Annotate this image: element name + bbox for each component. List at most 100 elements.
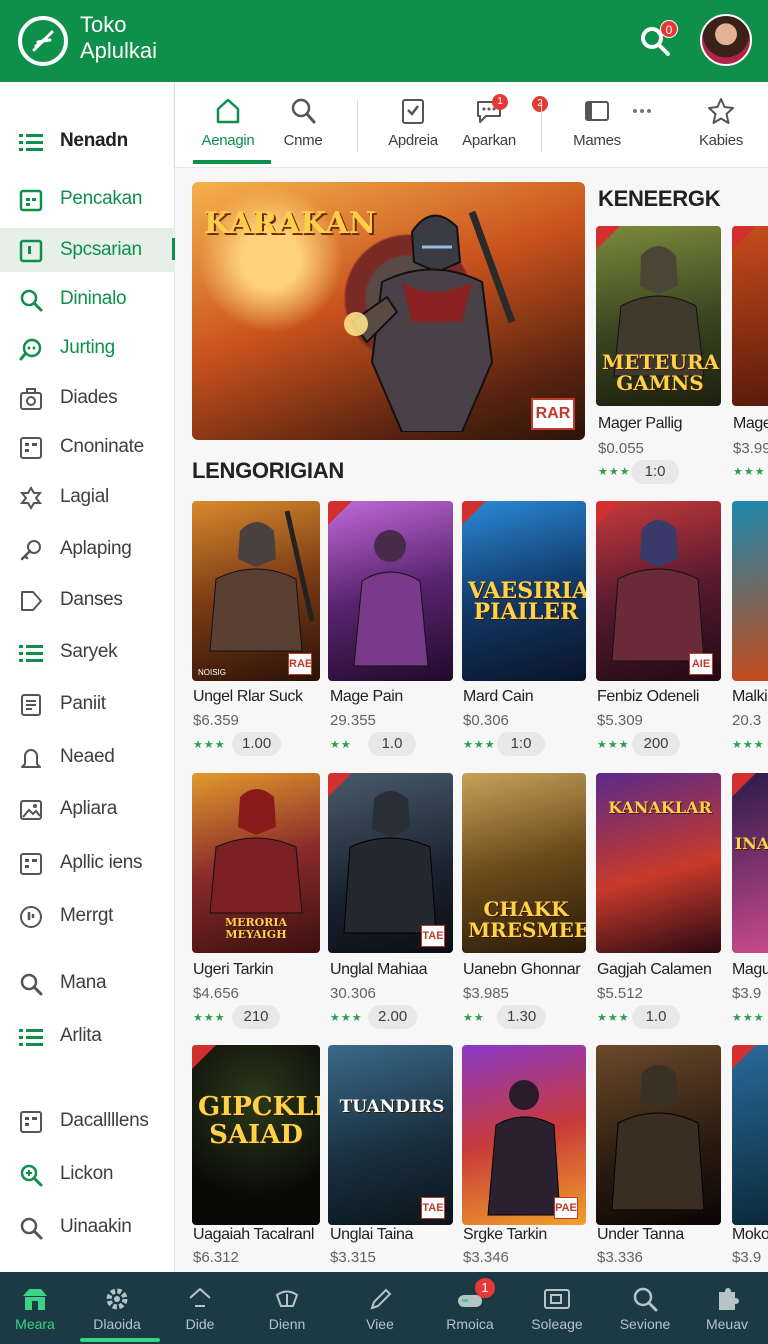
bottom-nav-rmoica[interactable]: Rmoica 1 bbox=[425, 1278, 515, 1340]
zoom-icon bbox=[18, 1162, 44, 1188]
sidebar-item-label: Paniit bbox=[60, 693, 106, 714]
game-name: Malki bbox=[732, 688, 768, 705]
tab-aparkan[interactable]: Aparkan 1 bbox=[449, 94, 529, 156]
star-icon bbox=[708, 98, 734, 124]
sidebar-item-merrgt[interactable]: Merrgt bbox=[0, 894, 175, 938]
sidebar-item-label: Mana bbox=[60, 972, 107, 993]
tab-label: Aparkan bbox=[462, 132, 516, 149]
game-card[interactable]: AIE bbox=[596, 501, 721, 681]
camera-icon bbox=[18, 386, 44, 412]
tab-notifications[interactable]: 2 bbox=[530, 96, 550, 156]
sidebar-item-pencakan[interactable]: Pencakan bbox=[0, 177, 175, 221]
game-card[interactable]: NOISIG RAE bbox=[192, 501, 320, 681]
ribbon-icon bbox=[732, 226, 756, 250]
sidebar-item-apliara[interactable]: Apliara bbox=[0, 787, 175, 831]
game-card[interactable]: MERORIA MEYAIGH bbox=[192, 773, 320, 953]
game-card[interactable]: INA bbox=[732, 773, 768, 953]
hero-banner[interactable]: KARAKAN RAR bbox=[192, 182, 585, 440]
sidebar-item-aplaping[interactable]: Aplaping bbox=[0, 527, 175, 571]
game-price: $5.512 bbox=[597, 985, 643, 1002]
bottom-nav-soleage[interactable]: Soleage bbox=[512, 1280, 602, 1340]
game-card[interactable]: TAE bbox=[328, 773, 453, 953]
game-card[interactable]: KANAKLAR bbox=[596, 773, 721, 953]
bottom-nav-dlaoida[interactable]: Dlaoida bbox=[72, 1280, 162, 1340]
sidebar-item-label: Arlita bbox=[60, 1025, 102, 1046]
calendar-icon bbox=[18, 187, 44, 213]
star-rating: ★★★ bbox=[732, 739, 765, 751]
sidebar-item-neaed[interactable]: Neaed bbox=[0, 735, 175, 779]
sidebar-item-paniit[interactable]: Paniit bbox=[0, 682, 175, 726]
sidebar-item-jurting[interactable]: Jurting bbox=[0, 326, 175, 370]
hero-title: KARAKAN bbox=[204, 206, 376, 241]
sidebar-item-label: Dacallllens bbox=[60, 1110, 149, 1131]
sidebar-item-label: Jurting bbox=[60, 337, 115, 358]
grid-icon bbox=[18, 1109, 44, 1135]
store-logo-icon[interactable] bbox=[18, 16, 68, 66]
sidebar-item-nenadn[interactable]: Nenadn bbox=[0, 119, 175, 163]
bottom-nav-dide[interactable]: Dide bbox=[155, 1280, 245, 1340]
bottom-nav-label: Soleage bbox=[531, 1316, 583, 1332]
tab-aenagin[interactable]: Aenagin bbox=[188, 96, 268, 156]
game-card[interactable] bbox=[732, 1045, 768, 1225]
sidebar-item-dininalo[interactable]: Dininalo bbox=[0, 277, 175, 321]
sidebar-item-mana[interactable]: Mana bbox=[0, 961, 175, 1005]
game-name: Ungel Rlar Suck bbox=[193, 688, 303, 705]
game-price: $3.985 bbox=[463, 985, 509, 1002]
rating-pill: 210 bbox=[232, 1005, 280, 1029]
sidebar-item-lagial[interactable]: Lagial bbox=[0, 475, 175, 519]
tab-kabies[interactable]: Kabies bbox=[681, 96, 761, 156]
search-icon bbox=[291, 98, 316, 124]
sidebar-item-uinaakin[interactable]: Uinaakin bbox=[0, 1205, 175, 1249]
diamond-icon bbox=[189, 1287, 211, 1307]
game-card[interactable]: PAE bbox=[462, 1045, 586, 1225]
sidebar-item-spcsarian[interactable]: Spcsarian bbox=[0, 228, 175, 272]
sidebar-item-danses[interactable]: Danses bbox=[0, 578, 175, 622]
card-art-title: KANAKLAR bbox=[608, 798, 712, 817]
window-icon bbox=[585, 101, 609, 121]
game-card[interactable] bbox=[328, 501, 453, 681]
sidebar-item-label: Lickon bbox=[60, 1163, 114, 1184]
game-card[interactable]: METEURA GAMNS bbox=[596, 226, 721, 406]
game-card[interactable]: TUANDIRS TAE bbox=[328, 1045, 453, 1225]
document-icon bbox=[18, 692, 44, 718]
tab-badge: 1 bbox=[492, 94, 508, 110]
game-card[interactable]: CHAKK MRESMEES bbox=[462, 773, 586, 953]
game-card[interactable] bbox=[732, 226, 768, 406]
game-name: Under Tanna bbox=[597, 1226, 684, 1243]
bottom-nav-dienn[interactable]: Dienn bbox=[242, 1280, 332, 1340]
tab-cnme[interactable]: Cnme bbox=[263, 96, 343, 156]
game-price: $3.9 bbox=[732, 985, 762, 1002]
sidebar-item-apllic-iens[interactable]: Apllic iens bbox=[0, 841, 175, 885]
sidebar-item-cnoninate[interactable]: Cnoninate bbox=[0, 425, 175, 469]
star-rating: ★★ bbox=[463, 1012, 485, 1024]
sidebar-item-diades[interactable]: Diades bbox=[0, 376, 175, 420]
search-icon bbox=[18, 971, 44, 997]
bottom-nav-meuav[interactable]: Meuav bbox=[682, 1280, 768, 1340]
sidebar-item-label: Lagial bbox=[60, 486, 109, 507]
sidebar-item-lickon[interactable]: Lickon bbox=[0, 1152, 175, 1196]
game-name: Fenbiz Odeneli bbox=[597, 688, 700, 705]
tag-icon bbox=[18, 588, 44, 614]
bottom-nav-meara[interactable]: Meara bbox=[0, 1280, 80, 1340]
avatar[interactable] bbox=[700, 14, 752, 66]
game-price: 20.3 bbox=[732, 712, 762, 729]
sidebar-item-saryek[interactable]: Saryek bbox=[0, 630, 175, 674]
game-card[interactable] bbox=[596, 1045, 721, 1225]
game-name: Ugeri Tarkin bbox=[193, 961, 274, 978]
bell-icon bbox=[18, 745, 44, 771]
tab-more[interactable] bbox=[617, 96, 667, 156]
bottom-nav-sevione[interactable]: Sevione bbox=[600, 1280, 690, 1340]
game-card[interactable] bbox=[732, 501, 768, 681]
game-card[interactable]: GIPCKLER SAIAD bbox=[192, 1045, 320, 1225]
game-card[interactable]: VAESIRIA PIAILER bbox=[462, 501, 586, 681]
bottom-nav-viee[interactable]: Viee bbox=[335, 1280, 425, 1340]
game-price: $3.9 bbox=[732, 1249, 762, 1266]
tab-apdreia[interactable]: Apdreia bbox=[373, 96, 453, 156]
sidebar-item-label: Diades bbox=[60, 387, 118, 408]
sidebar-item-label: Saryek bbox=[60, 641, 118, 662]
sidebar-item-dacallllens[interactable]: Dacallllens bbox=[0, 1099, 175, 1143]
tab-badge: 2 bbox=[532, 96, 548, 112]
chat-icon bbox=[18, 336, 44, 362]
sidebar-item-arlita[interactable]: Arlita bbox=[0, 1014, 175, 1058]
card-rating-tag: PAE bbox=[554, 1197, 578, 1219]
